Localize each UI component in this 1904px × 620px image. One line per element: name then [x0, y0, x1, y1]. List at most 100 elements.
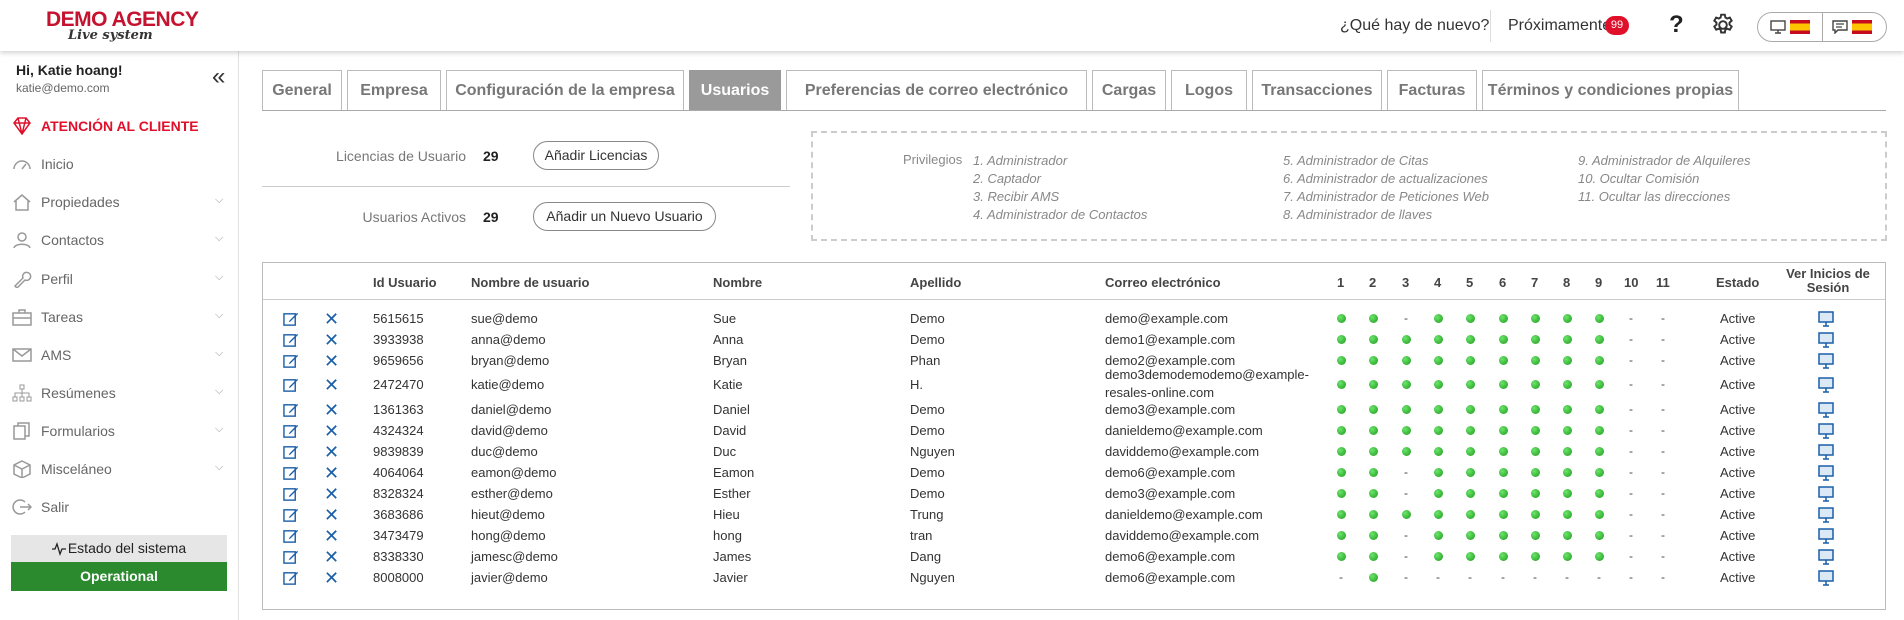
delete-icon[interactable]: ✕ — [324, 527, 339, 545]
monitor-icon[interactable] — [1818, 353, 1834, 369]
sidebar-item-label: Contactos — [41, 232, 105, 248]
sidebar-item-ams[interactable]: AMS ⌵ — [0, 339, 238, 371]
upcoming-link[interactable]: Próximamente — [1508, 17, 1611, 35]
column-header-email[interactable]: Correo electrónico — [1105, 275, 1221, 290]
column-header-username[interactable]: Nombre de usuario — [471, 275, 589, 290]
delete-icon[interactable]: ✕ — [324, 506, 339, 524]
sidebar-item-formularios[interactable]: Formularios ⌵ — [0, 415, 238, 447]
edit-icon[interactable] — [283, 377, 299, 393]
sidebar-item-customer-support[interactable]: ATENCIÓN AL CLIENTE — [0, 110, 238, 142]
tab-logos[interactable]: Logos — [1171, 70, 1247, 110]
edit-icon[interactable] — [283, 465, 299, 481]
privilege-item: 2. Captador — [973, 171, 1041, 186]
monitor-icon[interactable] — [1818, 465, 1834, 481]
license-summary: Licencias de Usuario 29 Añadir Licencias… — [262, 128, 790, 240]
agency-logo[interactable]: DEMO AGENCY Live system — [46, 8, 206, 44]
add-licenses-button[interactable]: Añadir Licencias — [533, 141, 659, 170]
edit-icon[interactable] — [283, 423, 299, 439]
sidebar-item-misceláneo[interactable]: Misceláneo ⌵ — [0, 453, 238, 485]
delete-icon[interactable]: ✕ — [324, 352, 339, 370]
delete-icon[interactable]: ✕ — [324, 401, 339, 419]
surname: Trung — [910, 507, 944, 522]
delete-icon[interactable]: ✕ — [324, 485, 339, 503]
monitor-icon[interactable] — [1818, 507, 1834, 523]
column-header-name[interactable]: Nombre — [713, 275, 762, 290]
delete-icon[interactable]: ✕ — [324, 548, 339, 566]
delete-icon[interactable]: ✕ — [324, 310, 339, 328]
system-status-panel[interactable]: Estado del sistema Operational — [11, 535, 227, 591]
edit-icon[interactable] — [283, 507, 299, 523]
tab-configuración-de-la-empresa[interactable]: Configuración de la empresa — [446, 70, 684, 110]
monitor-icon[interactable] — [1818, 377, 1834, 393]
edit-icon[interactable] — [283, 570, 299, 586]
edit-icon[interactable] — [283, 444, 299, 460]
edit-icon[interactable] — [283, 528, 299, 544]
column-header-id[interactable]: Id Usuario — [373, 275, 437, 290]
monitor-icon[interactable] — [1818, 570, 1834, 586]
tab-cargas[interactable]: Cargas — [1092, 70, 1166, 110]
help-icon[interactable]: ? — [1669, 11, 1684, 39]
gear-icon[interactable] — [1710, 12, 1736, 38]
edit-icon[interactable] — [283, 311, 299, 327]
edit-icon[interactable] — [283, 402, 299, 418]
tab-usuarios[interactable]: Usuarios — [689, 70, 781, 110]
sidebar-item-tareas[interactable]: Tareas ⌵ — [0, 301, 238, 333]
permission-granted-icon — [1499, 314, 1508, 323]
permission-none-icon: - — [1404, 311, 1408, 325]
monitor-icon[interactable] — [1818, 423, 1834, 439]
status-value: Active — [1720, 353, 1756, 368]
email: demo3demodemodemo@example- — [1105, 367, 1309, 382]
tab-facturas[interactable]: Facturas — [1387, 70, 1477, 110]
monitor-icon[interactable] — [1818, 528, 1834, 544]
status-value: Active — [1720, 465, 1756, 480]
sidebar-item-inicio[interactable]: Inicio — [0, 148, 238, 180]
monitor-icon[interactable] — [1818, 332, 1834, 348]
sidebar-item-label: Perfil — [41, 271, 73, 287]
table-row: ✕ 8328324 esther@demo Esther Demo demo3@examp… — [263, 483, 1885, 504]
surname: Demo — [910, 332, 945, 347]
logo-line2: Live system — [68, 28, 153, 43]
tab-empresa[interactable]: Empresa — [347, 70, 441, 110]
content-language-button[interactable] — [1832, 19, 1876, 36]
delete-icon[interactable]: ✕ — [324, 331, 339, 349]
monitor-icon[interactable] — [1818, 444, 1834, 460]
tab-transacciones[interactable]: Transacciones — [1252, 70, 1382, 110]
permission-granted-icon — [1369, 447, 1378, 456]
status-value: Active — [1720, 570, 1756, 585]
collapse-sidebar-icon[interactable]: « — [212, 65, 225, 89]
column-header-surname[interactable]: Apellido — [910, 275, 961, 290]
add-new-user-button[interactable]: Añadir un Nuevo Usuario — [533, 202, 716, 231]
user-id: 9839839 — [373, 444, 424, 459]
edit-icon[interactable] — [283, 332, 299, 348]
sidebar-item-contactos[interactable]: Contactos ⌵ — [0, 224, 238, 256]
whats-new-link[interactable]: ¿Qué hay de nuevo? — [1340, 17, 1489, 35]
edit-icon[interactable] — [283, 549, 299, 565]
monitor-icon[interactable] — [1818, 402, 1834, 418]
settings-tabs: General Empresa Configuración de la empres… — [262, 70, 1886, 111]
tab-preferencias-de-correo-electrónico[interactable]: Preferencias de correo electrónico — [786, 70, 1087, 110]
tab-términos-y-condiciones-propias[interactable]: Términos y condiciones propias — [1482, 70, 1739, 110]
permission-none-icon: - — [1661, 465, 1665, 479]
sidebar-item-resúmenes[interactable]: Resúmenes ⌵ — [0, 377, 238, 409]
site-language-button[interactable] — [1770, 19, 1814, 36]
monitor-icon[interactable] — [1818, 549, 1834, 565]
first-name: Sue — [713, 311, 737, 326]
column-header-status[interactable]: Estado — [1716, 275, 1759, 290]
delete-icon[interactable]: ✕ — [324, 422, 339, 440]
delete-icon[interactable]: ✕ — [324, 443, 339, 461]
monitor-icon[interactable] — [1818, 486, 1834, 502]
sidebar-item-salir[interactable]: Salir — [0, 491, 238, 523]
delete-icon[interactable]: ✕ — [324, 376, 339, 394]
sidebar-item-propiedades[interactable]: Propiedades ⌵ — [0, 186, 238, 218]
monitor-icon[interactable] — [1818, 311, 1834, 327]
edit-icon[interactable] — [283, 486, 299, 502]
delete-icon[interactable]: ✕ — [324, 464, 339, 482]
edit-icon[interactable] — [283, 353, 299, 369]
sidebar-item-perfil[interactable]: Perfil ⌵ — [0, 263, 238, 295]
tab-general[interactable]: General — [262, 70, 342, 110]
delete-icon[interactable]: ✕ — [324, 569, 339, 587]
surname: Demo — [910, 311, 945, 326]
permission-granted-icon — [1466, 510, 1475, 519]
permission-none-icon: - — [1436, 570, 1440, 584]
username: anna@demo — [471, 332, 546, 347]
